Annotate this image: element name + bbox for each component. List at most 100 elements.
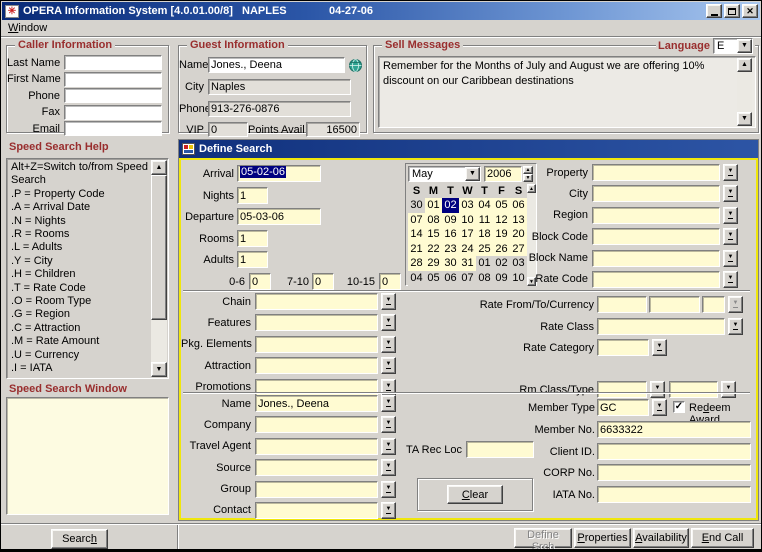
calendar-day[interactable]: 09 xyxy=(493,271,510,286)
city-field[interactable] xyxy=(592,185,720,202)
sell-message-scrollbar[interactable]: ▲ ▼ xyxy=(737,58,752,126)
attraction-field[interactable] xyxy=(255,357,378,374)
calendar-day[interactable]: 10 xyxy=(459,213,476,228)
pkg-elements-field[interactable] xyxy=(255,336,378,353)
adults-field[interactable] xyxy=(237,251,268,268)
block-code-lov-button[interactable]: ▼ xyxy=(723,228,738,245)
speed-search-help-item[interactable]: .L = Adults xyxy=(9,241,150,254)
calendar-day[interactable]: 19 xyxy=(493,227,510,242)
calendar-day[interactable]: 07 xyxy=(459,271,476,286)
points-avail-field[interactable] xyxy=(306,122,360,137)
scroll-down-icon[interactable]: ▼ xyxy=(737,112,752,126)
departure-field[interactable] xyxy=(237,208,321,225)
calendar-day[interactable]: 24 xyxy=(459,242,476,257)
group-field[interactable] xyxy=(255,481,378,498)
calendar-day[interactable]: 02 xyxy=(493,256,510,271)
pkg-elements-lov-button[interactable]: ▼ xyxy=(381,336,396,353)
calendar-day[interactable]: 21 xyxy=(408,242,425,257)
globe-icon[interactable] xyxy=(347,58,363,73)
calendar-day[interactable]: 06 xyxy=(442,271,459,286)
calendar-day[interactable]: 01 xyxy=(425,198,442,213)
guest-city-field[interactable] xyxy=(208,79,351,95)
rate-category-field[interactable] xyxy=(597,339,649,356)
calendar-day[interactable]: 07 xyxy=(408,213,425,228)
rm-class-field[interactable] xyxy=(597,381,647,398)
rate-to-field[interactable] xyxy=(649,296,700,313)
scroll-up-icon[interactable]: ▲ xyxy=(737,58,752,72)
chain-field[interactable] xyxy=(255,293,378,310)
calendar-day[interactable]: 02 xyxy=(442,198,459,213)
scrollbar-thumb[interactable] xyxy=(151,175,167,320)
group-lov-button[interactable]: ▼ xyxy=(381,481,396,498)
chevron-down-icon[interactable]: ▼ xyxy=(737,39,752,53)
attraction-lov-button[interactable]: ▼ xyxy=(381,357,396,374)
contact-field[interactable] xyxy=(255,502,378,519)
calendar-day[interactable]: 23 xyxy=(442,242,459,257)
children-0-6-field[interactable] xyxy=(249,273,271,290)
rate-class-lov-button[interactable]: ▼ xyxy=(728,318,743,335)
calendar-day[interactable]: 14 xyxy=(408,227,425,242)
name-field[interactable] xyxy=(255,395,378,412)
speed-search-help-item[interactable]: .U = Currency xyxy=(9,349,150,362)
search-button[interactable]: Search xyxy=(51,529,108,549)
member-type-field[interactable] xyxy=(597,399,649,416)
first-name-field[interactable] xyxy=(64,72,162,87)
speed-search-window-input[interactable] xyxy=(6,397,169,515)
company-field[interactable] xyxy=(255,416,378,433)
define-search-titlebar[interactable]: Define Search xyxy=(179,140,758,158)
speed-search-help-item[interactable]: .H = Children xyxy=(9,268,150,281)
calendar-day[interactable]: 05 xyxy=(425,271,442,286)
iata-no-field[interactable] xyxy=(597,486,751,503)
chevron-down-icon[interactable]: ▼ xyxy=(465,167,480,181)
rate-class-field[interactable] xyxy=(597,318,725,335)
member-type-lov-button[interactable]: ▼ xyxy=(652,399,667,416)
property-lov-button[interactable]: ▼ xyxy=(723,164,738,181)
end-call-button[interactable]: End Call xyxy=(691,528,754,548)
speed-search-help-item[interactable]: .C = Attraction xyxy=(9,322,150,335)
define-srch-button[interactable]: Define Srch xyxy=(514,528,572,548)
calendar-day[interactable]: 04 xyxy=(408,271,425,286)
calendar-day[interactable]: 30 xyxy=(408,198,425,213)
calendar-day[interactable]: 12 xyxy=(493,213,510,228)
speed-search-help-item[interactable]: .G = Region xyxy=(9,308,150,321)
speed-search-help-list[interactable]: Alt+Z=Switch to/from Speed Search.P = Pr… xyxy=(6,158,169,379)
calendar-day[interactable]: 28 xyxy=(408,256,425,271)
contact-lov-button[interactable]: ▼ xyxy=(381,502,396,519)
speed-search-help-item[interactable]: .T = Rate Code xyxy=(9,282,150,295)
member-no-field[interactable] xyxy=(597,421,751,438)
calendar-day[interactable]: 01 xyxy=(476,256,493,271)
menu-window[interactable]: Window xyxy=(2,21,53,35)
region-field[interactable] xyxy=(592,207,720,224)
scroll-down-icon[interactable]: ▼ xyxy=(151,362,167,377)
speed-search-help-item[interactable]: .N = Nights xyxy=(9,215,150,228)
travel-agent-field[interactable] xyxy=(255,438,378,455)
language-dropdown[interactable]: E ▼ xyxy=(713,38,753,54)
block-code-field[interactable] xyxy=(592,228,720,245)
maximize-button[interactable] xyxy=(724,4,740,18)
speed-search-help-item[interactable]: Alt+Z=Switch to/from Speed Search xyxy=(9,161,150,188)
calendar-day[interactable]: 17 xyxy=(459,227,476,242)
rate-category-lov-button[interactable]: ▼ xyxy=(652,339,667,356)
minimize-button[interactable] xyxy=(706,4,722,18)
features-lov-button[interactable]: ▼ xyxy=(381,314,396,331)
rate-code-lov-button[interactable]: ▼ xyxy=(723,271,738,288)
calendar-day[interactable]: 08 xyxy=(425,213,442,228)
speed-help-scrollbar[interactable]: ▲ ▼ xyxy=(151,160,167,377)
redeem-award-checkbox[interactable]: ✓ xyxy=(673,401,685,413)
sell-message-text[interactable]: Remember for the Months of July and Augu… xyxy=(378,56,756,128)
properties-button[interactable]: Properties xyxy=(574,528,631,548)
client-id-field[interactable] xyxy=(597,443,751,460)
last-name-field[interactable] xyxy=(64,55,162,70)
city-lov-button[interactable]: ▼ xyxy=(723,185,738,202)
close-button[interactable]: ✕ xyxy=(742,4,758,18)
rm-type-lov-button[interactable]: ▼ xyxy=(721,381,736,398)
name-lov-button[interactable]: ▼ xyxy=(381,395,396,412)
availability-button[interactable]: Availability xyxy=(633,528,689,548)
calendar-day[interactable]: 11 xyxy=(476,213,493,228)
calendar-day[interactable]: 26 xyxy=(493,242,510,257)
rate-from-field[interactable] xyxy=(597,296,647,313)
calendar-day[interactable]: 31 xyxy=(459,256,476,271)
vip-field[interactable] xyxy=(208,122,248,137)
window-titlebar[interactable]: ✳ OPERA Information System [4.0.01.00/8]… xyxy=(2,2,760,20)
calendar-day[interactable]: 16 xyxy=(442,227,459,242)
